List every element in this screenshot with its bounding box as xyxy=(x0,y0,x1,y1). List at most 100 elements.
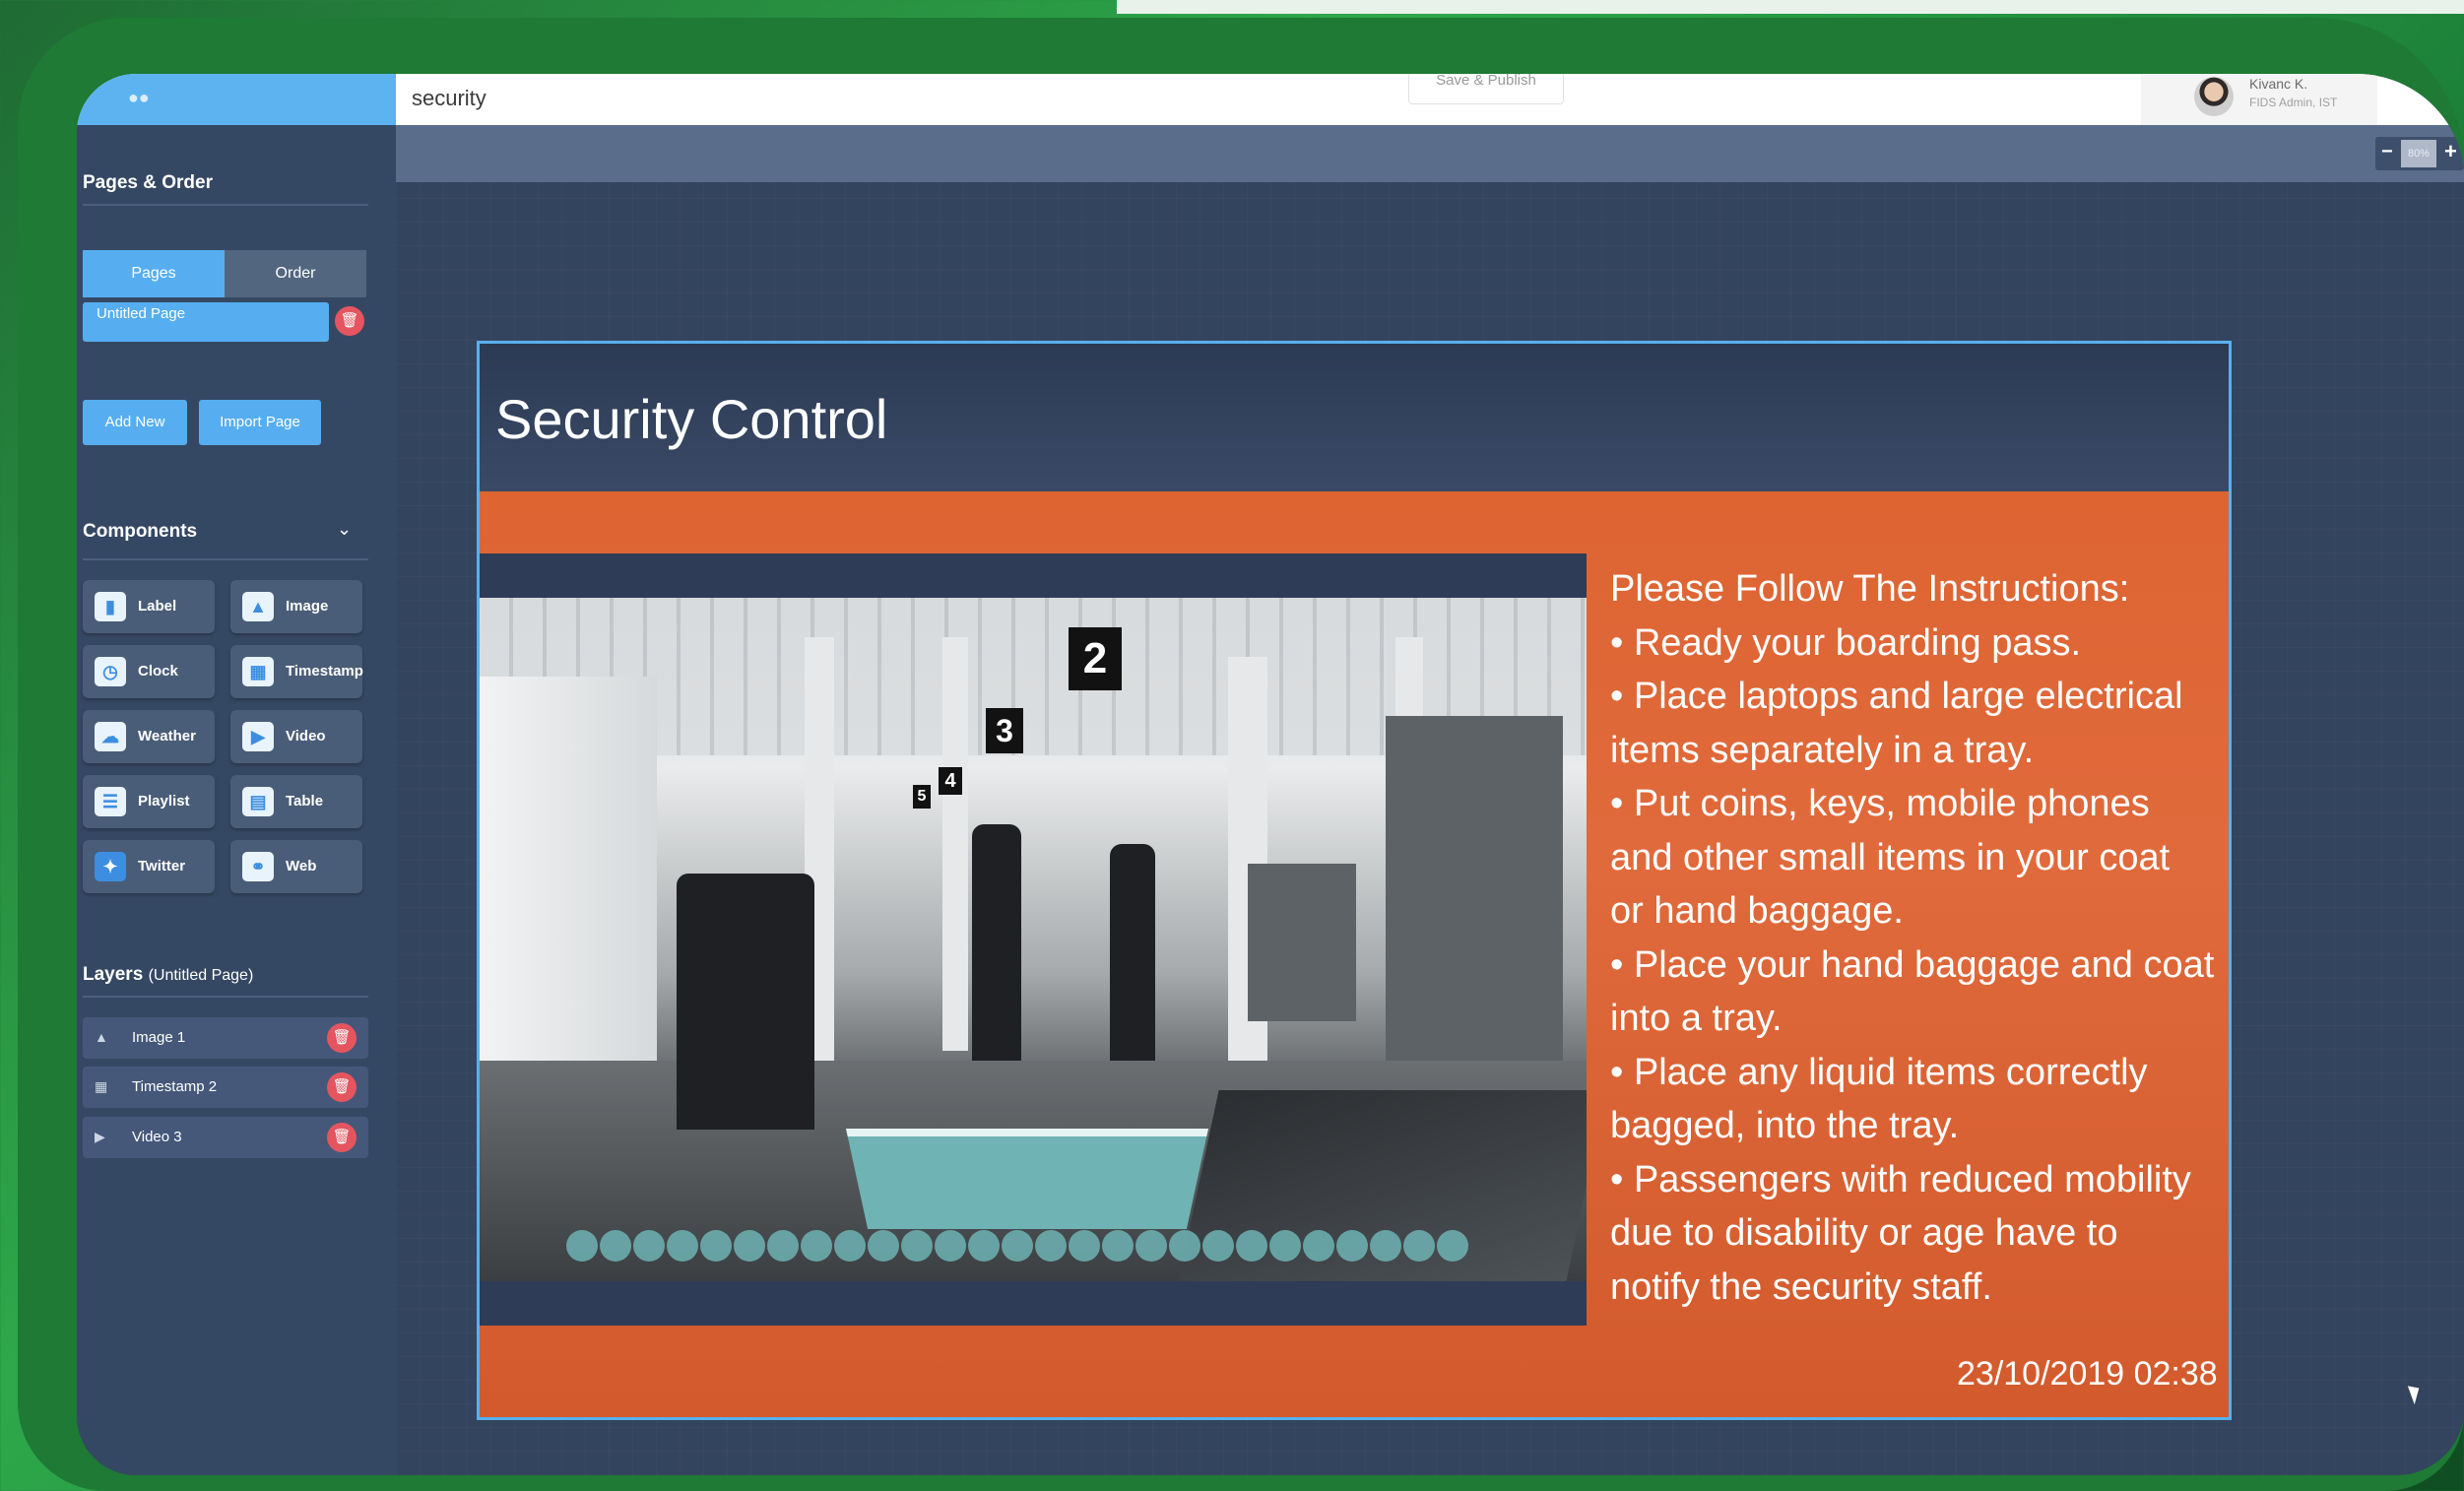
device-frame: ●● security Save & Publish Kivanc K. FID… xyxy=(18,18,2464,1491)
page-name-field[interactable]: security xyxy=(412,86,486,111)
instruction-line: due to disability or age have to xyxy=(1610,1212,2118,1254)
component-web[interactable]: ⚭ Web xyxy=(230,840,362,893)
timestamp-layer[interactable]: 23/10/2019 02:38 xyxy=(1957,1355,2218,1394)
progress-dot xyxy=(834,1230,866,1262)
component-label-text: Web xyxy=(286,858,317,875)
component-table[interactable]: ▤ Table xyxy=(230,775,362,828)
tab-order[interactable]: Order xyxy=(225,250,366,297)
photo-sign: 5 xyxy=(913,785,931,809)
component-twitter[interactable]: ✦ Twitter xyxy=(83,840,215,893)
menu-icon[interactable]: ●● xyxy=(128,88,150,108)
progress-dot xyxy=(1002,1230,1033,1262)
progress-dot xyxy=(700,1230,732,1262)
progress-dot xyxy=(901,1230,933,1262)
component-image[interactable]: ▲ Image xyxy=(230,580,362,633)
video-icon: ▶ xyxy=(242,722,274,751)
image-icon: ▲ xyxy=(242,592,274,621)
top-bar: ●● security Save & Publish Kivanc K. FID… xyxy=(77,74,2464,125)
progress-dot xyxy=(1169,1230,1200,1262)
zoom-value[interactable]: 80% xyxy=(2401,140,2436,167)
layers-title: Layers (Untitled Page) xyxy=(83,964,253,986)
progress-dot xyxy=(1236,1230,1267,1262)
instructions-text[interactable]: Please Follow The Instructions: • Ready … xyxy=(1610,562,2215,1314)
layer-item[interactable]: ▦ Timestamp 2 🗑 xyxy=(83,1067,368,1108)
user-role: FIDS Admin, IST xyxy=(2249,96,2338,109)
zoom-in-icon[interactable]: + xyxy=(2444,139,2457,164)
component-clock[interactable]: ◷ Clock xyxy=(83,645,215,698)
component-label-text: Weather xyxy=(138,728,196,745)
component-label-text: Clock xyxy=(138,663,178,680)
instruction-line: and other small items in your coat xyxy=(1610,836,2171,878)
component-timestamp[interactable]: ▦ Timestamp xyxy=(230,645,363,698)
component-weather[interactable]: ☁ Weather xyxy=(83,710,215,763)
security-checkpoint-photo: 2 3 4 5 xyxy=(480,598,1587,1281)
layer-label: Image 1 xyxy=(132,1029,186,1046)
progress-dot xyxy=(1135,1230,1167,1262)
layer-item[interactable]: ▶ Video 3 🗑 xyxy=(83,1117,368,1158)
page-list-item[interactable]: Untitled Page xyxy=(83,302,329,342)
weather-icon: ☁ xyxy=(95,722,126,751)
twitter-icon: ✦ xyxy=(95,852,126,881)
layers-title-text: Layers xyxy=(83,964,144,985)
layer-item[interactable]: ▲ Image 1 🗑 xyxy=(83,1017,368,1059)
add-new-button[interactable]: Add New xyxy=(83,400,187,445)
avatar[interactable] xyxy=(2194,77,2234,116)
instruction-line: notify the security staff. xyxy=(1610,1265,1992,1308)
progress-dot xyxy=(868,1230,899,1262)
table-icon: ▤ xyxy=(242,787,274,816)
zoom-out-icon[interactable]: − xyxy=(2381,141,2393,163)
delete-layer-icon[interactable]: 🗑 xyxy=(327,1123,357,1152)
instruction-line: • Place laptops and large electrical xyxy=(1610,676,2183,717)
instruction-line: • Place your hand baggage and coat xyxy=(1610,943,2215,986)
image-layer[interactable]: 2 3 4 5 xyxy=(480,553,1587,1326)
zoom-control: − 80% + xyxy=(2375,137,2464,170)
divider xyxy=(83,204,368,206)
delete-layer-icon[interactable]: 🗑 xyxy=(327,1072,357,1102)
slide-title[interactable]: Security Control xyxy=(495,387,887,451)
progress-dot xyxy=(1303,1230,1334,1262)
delete-page-icon[interactable]: 🗑 xyxy=(335,306,364,336)
components-title: Components xyxy=(83,521,198,542)
save-publish-button[interactable]: Save & Publish xyxy=(1408,74,1564,104)
component-label-text: Image xyxy=(286,598,329,615)
layer-label: Video 3 xyxy=(132,1129,182,1145)
photo-scanner xyxy=(1248,864,1356,1021)
progress-dot xyxy=(767,1230,799,1262)
photo-sign: 2 xyxy=(1069,627,1122,690)
component-video[interactable]: ▶ Video xyxy=(230,710,362,763)
photo-column xyxy=(942,637,968,1051)
photo-windows xyxy=(480,677,657,1070)
user-name: Kivanc K. xyxy=(2249,76,2308,92)
layers-subtitle: (Untitled Page) xyxy=(148,967,254,984)
layer-label: Timestamp 2 xyxy=(132,1078,218,1095)
delete-layer-icon[interactable]: 🗑 xyxy=(327,1023,357,1053)
component-label[interactable]: ▮ Label xyxy=(83,580,215,633)
component-playlist[interactable]: ☰ Playlist xyxy=(83,775,215,828)
slide-header: Security Control xyxy=(480,344,2229,491)
progress-dot xyxy=(1336,1230,1368,1262)
image-icon: ▲ xyxy=(95,1029,108,1045)
calendar-icon: ▦ xyxy=(95,1078,108,1094)
component-label-text: Video xyxy=(286,728,326,745)
slide-preview[interactable]: Security Control 2 3 4 5 Please Follow T… xyxy=(477,341,2232,1420)
tray-graphic xyxy=(846,1129,1208,1229)
import-page-button[interactable]: Import Page xyxy=(199,400,321,445)
instruction-line: into a tray. xyxy=(1610,998,1783,1039)
instruction-line: Please Follow The Instructions: xyxy=(1610,568,2130,610)
play-icon: ▶ xyxy=(95,1129,105,1144)
instruction-line: items separately in a tray. xyxy=(1610,729,2035,771)
divider xyxy=(83,996,368,998)
chevron-down-icon[interactable]: ⌄ xyxy=(337,519,352,540)
progress-dot xyxy=(1069,1230,1100,1262)
photo-scanner-arch xyxy=(1386,716,1563,1090)
progress-dot xyxy=(1035,1230,1067,1262)
photo-officer xyxy=(1110,844,1155,1061)
label-icon: ▮ xyxy=(95,592,126,621)
photo-sign: 4 xyxy=(939,767,962,795)
component-label-text: Label xyxy=(138,598,177,615)
playlist-icon: ☰ xyxy=(95,787,126,816)
tab-pages[interactable]: Pages xyxy=(83,250,225,297)
progress-dot xyxy=(935,1230,966,1262)
progress-dot xyxy=(600,1230,631,1262)
sidebar: Pages & Order Pages Order Untitled Page … xyxy=(77,125,396,1475)
